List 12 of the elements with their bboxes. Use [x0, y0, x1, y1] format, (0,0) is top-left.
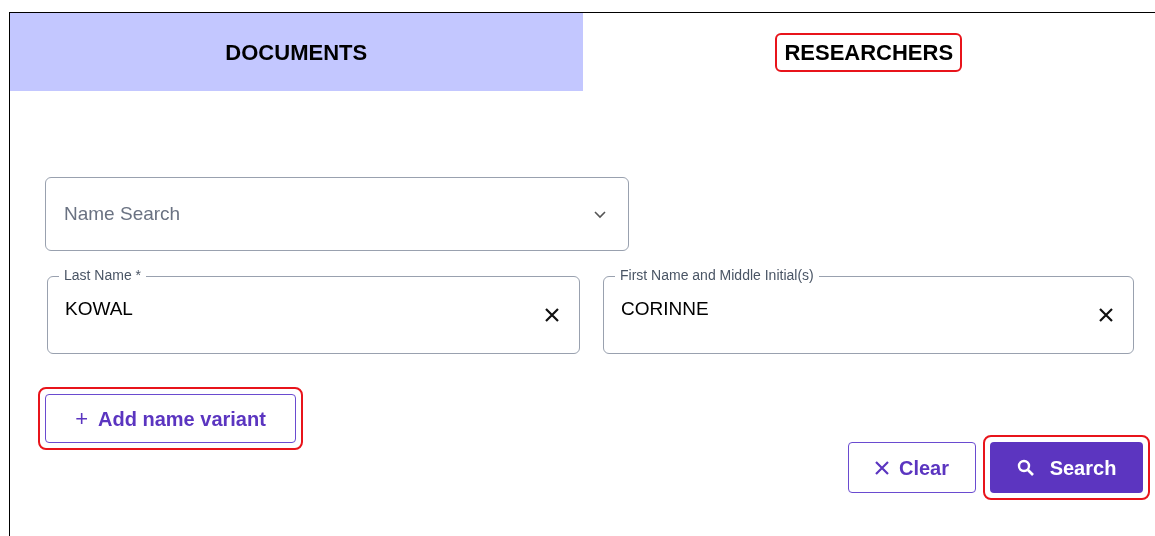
clear-icon[interactable]	[544, 307, 560, 323]
search-icon	[1016, 459, 1034, 476]
name-search-dropdown[interactable]: Name Search	[45, 177, 629, 251]
tab[interactable]: DOCUMENTS	[10, 13, 583, 91]
chevron-down-icon	[593, 210, 607, 219]
plus-icon: +	[75, 402, 88, 435]
close-icon	[875, 460, 889, 475]
search-button[interactable]: Search	[990, 442, 1143, 493]
field-label: First Name and Middle Initial(s)	[615, 266, 819, 284]
clear-button[interactable]: Clear	[848, 442, 976, 493]
clear-icon[interactable]	[1098, 307, 1114, 323]
add-name-variant-button[interactable]: + Add name variant	[45, 394, 296, 443]
